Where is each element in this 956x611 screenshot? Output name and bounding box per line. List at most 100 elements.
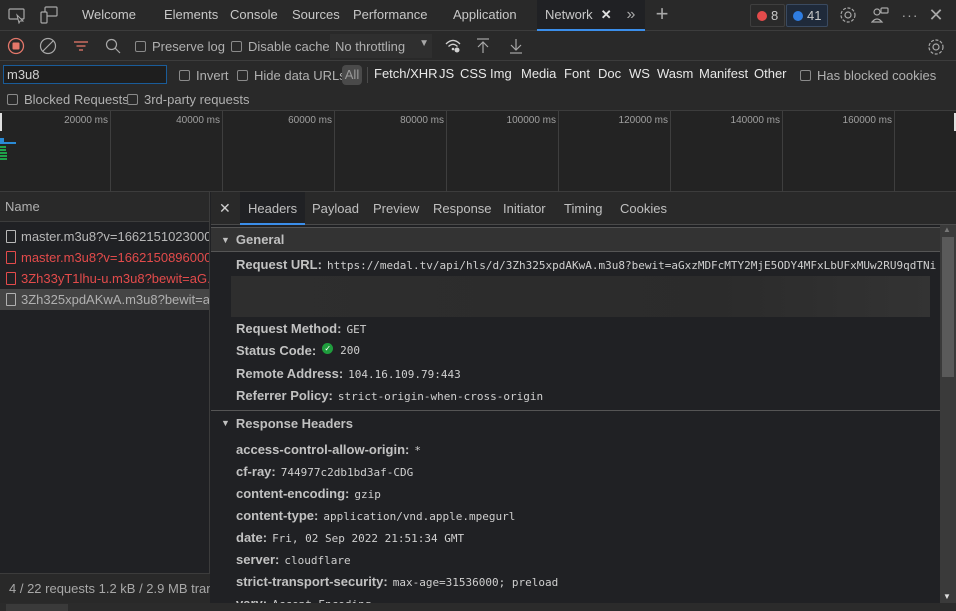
- filter-type-manifest[interactable]: Manifest: [699, 66, 748, 81]
- more-tabs-icon[interactable]: »: [622, 6, 640, 24]
- invert-checkbox[interactable]: Invert: [179, 68, 229, 83]
- request-row[interactable]: master.m3u8?v=1662151023000...: [0, 226, 209, 247]
- request-detail-pane: ✕ Headers Payload Preview Response Initi…: [211, 192, 956, 611]
- grid-line: [894, 111, 895, 192]
- response-header-row: content-type: application/vnd.apple.mpegu…: [236, 508, 515, 523]
- timeline-tick: 100000 ms: [506, 115, 556, 126]
- tab-elements[interactable]: Elements: [164, 0, 218, 31]
- section-title: General: [235, 232, 285, 247]
- tab-welcome[interactable]: Welcome: [82, 0, 136, 31]
- request-row-selected[interactable]: 3Zh325xpdAKwA.m3u8?bewit=a...: [0, 289, 209, 310]
- header-key: Referrer Policy:: [236, 388, 333, 403]
- tab-application[interactable]: Application: [453, 0, 517, 31]
- tab-initiator[interactable]: Initiator: [503, 192, 546, 225]
- section-general-header[interactable]: ▼ General: [211, 227, 940, 252]
- filter-type-media[interactable]: Media: [521, 66, 556, 81]
- filter-type-other[interactable]: Other: [754, 66, 787, 81]
- section-response-headers-header[interactable]: ▼ Response Headers: [211, 410, 940, 435]
- export-har-icon[interactable]: [507, 37, 525, 55]
- tab-cookies[interactable]: Cookies: [620, 192, 667, 225]
- column-header-name[interactable]: Name: [0, 192, 209, 222]
- scrollbar-thumb[interactable]: [942, 237, 954, 377]
- close-devtools-icon[interactable]: ✕: [926, 5, 946, 25]
- settings-gear-icon[interactable]: [838, 5, 858, 25]
- filter-type-all[interactable]: All: [342, 65, 362, 85]
- filter-type-img[interactable]: Img: [490, 66, 512, 81]
- hide-data-urls-checkbox[interactable]: Hide data URLs: [237, 68, 346, 83]
- preserve-log-checkbox[interactable]: Preserve log: [135, 39, 225, 54]
- success-check-icon: ✓: [322, 343, 334, 354]
- filter-type-ws[interactable]: WS: [629, 66, 650, 81]
- inspect-element-icon[interactable]: [8, 7, 26, 24]
- more-options-icon[interactable]: ···: [900, 5, 920, 25]
- import-har-icon[interactable]: [474, 37, 492, 55]
- grid-line: [558, 111, 559, 192]
- vertical-scrollbar[interactable]: ▲ ▼: [940, 225, 956, 603]
- scroll-down-arrow-icon[interactable]: ▼: [943, 592, 951, 601]
- network-settings-gear-icon[interactable]: [926, 37, 946, 57]
- tab-timing[interactable]: Timing: [564, 192, 603, 225]
- horizontal-scrollbar[interactable]: [0, 603, 956, 611]
- close-tab-icon[interactable]: ✕: [601, 0, 612, 30]
- has-blocked-cookies-checkbox[interactable]: Has blocked cookies: [800, 68, 936, 83]
- tab-headers[interactable]: Headers: [240, 192, 306, 225]
- errors-badge[interactable]: 8: [750, 4, 786, 27]
- header-value: cloudflare: [284, 554, 351, 567]
- header-key: Remote Address:: [236, 366, 344, 381]
- add-tab-icon[interactable]: +: [652, 1, 672, 26]
- request-list: Name master.m3u8?v=1662151023000... mast…: [0, 192, 210, 611]
- checkbox-box[interactable]: [127, 94, 138, 105]
- blocked-requests-checkbox[interactable]: Blocked Requests: [7, 92, 129, 107]
- waterfall-bar: [0, 152, 7, 154]
- grid-line: [782, 111, 783, 192]
- timeline-left-handle[interactable]: [0, 113, 2, 131]
- checkbox-box[interactable]: [7, 94, 18, 105]
- disable-cache-checkbox[interactable]: Disable cache: [231, 39, 330, 54]
- close-detail-icon[interactable]: ✕: [219, 200, 231, 217]
- tab-performance[interactable]: Performance: [353, 0, 427, 31]
- tab-console[interactable]: Console: [230, 0, 278, 31]
- filter-input[interactable]: [3, 65, 167, 84]
- filter-type-doc[interactable]: Doc: [598, 66, 621, 81]
- scroll-up-arrow-icon[interactable]: ▲: [943, 225, 951, 234]
- timeline-tick: 20000 ms: [64, 115, 108, 126]
- filter-type-css[interactable]: CSS: [460, 66, 487, 81]
- tab-response[interactable]: Response: [433, 192, 492, 225]
- tab-sources[interactable]: Sources: [292, 0, 340, 31]
- filter-type-font[interactable]: Font: [564, 66, 590, 81]
- request-row[interactable]: master.m3u8?v=1662150896000...: [0, 247, 209, 268]
- messages-badge[interactable]: 41: [786, 4, 829, 27]
- waterfall-bar: [0, 149, 6, 151]
- request-name: master.m3u8?v=1662150896000...: [21, 250, 209, 265]
- feedback-icon[interactable]: [870, 5, 890, 25]
- request-row[interactable]: 3Zh33yT1lhu-u.m3u8?bewit=aG...: [0, 268, 209, 289]
- header-value: 744977c2db1bd3af-CDG: [280, 466, 414, 479]
- throttling-select[interactable]: No throttling ▼: [330, 34, 432, 58]
- checkbox-box[interactable]: [800, 70, 811, 81]
- header-key: content-type:: [236, 508, 319, 523]
- third-party-requests-checkbox[interactable]: 3rd-party requests: [127, 92, 250, 107]
- filter-type-wasm[interactable]: Wasm: [657, 66, 693, 81]
- section-title: Response Headers: [235, 415, 353, 431]
- checkbox-box[interactable]: [237, 70, 248, 81]
- tab-payload[interactable]: Payload: [312, 192, 359, 225]
- checkbox-box[interactable]: [135, 41, 146, 52]
- checkbox-box[interactable]: [179, 70, 190, 81]
- filter-type-js[interactable]: JS: [439, 66, 454, 81]
- divider: [367, 67, 368, 83]
- checkbox-box[interactable]: [231, 41, 242, 52]
- device-toolbar-icon[interactable]: [40, 6, 58, 24]
- record-stop-icon[interactable]: [7, 37, 25, 55]
- clear-icon[interactable]: [39, 37, 57, 55]
- header-key: cf-ray:: [236, 464, 276, 479]
- scrollbar-thumb[interactable]: [6, 604, 68, 611]
- search-icon[interactable]: [104, 37, 122, 55]
- tab-preview[interactable]: Preview: [373, 192, 419, 225]
- header-value: gzip: [354, 488, 381, 501]
- filter-icon[interactable]: [72, 38, 90, 54]
- network-conditions-icon[interactable]: [443, 37, 463, 55]
- general-referrer-policy: Referrer Policy: strict-origin-when-cross…: [236, 388, 543, 403]
- request-name: master.m3u8?v=1662151023000...: [21, 229, 209, 244]
- timeline-overview[interactable]: 20000 ms 40000 ms 60000 ms 80000 ms 1000…: [0, 111, 956, 192]
- filter-type-fetch-xhr[interactable]: Fetch/XHR: [374, 66, 438, 81]
